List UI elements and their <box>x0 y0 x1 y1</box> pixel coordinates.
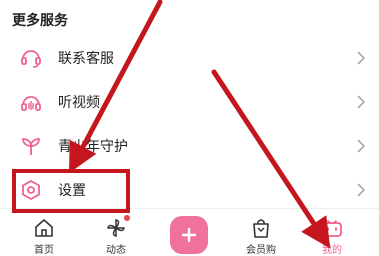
home-icon <box>33 217 55 239</box>
chevron-right-icon <box>357 183 366 197</box>
menu-item-label: 联系客服 <box>58 51 114 67</box>
chevron-right-icon <box>357 139 366 153</box>
tab-label: 我的 <box>322 245 342 256</box>
create-button[interactable] <box>170 216 208 254</box>
menu-item-customer-service[interactable]: 联系客服 <box>0 36 379 80</box>
menu-item-youth-protection[interactable]: 青少年守护 <box>0 124 379 168</box>
tv-mascot-icon <box>321 217 343 239</box>
tab-vip-shop[interactable]: 会员购 <box>231 209 291 256</box>
pinwheel-icon <box>105 215 130 239</box>
annotation-highlight-box <box>12 169 130 213</box>
sprout-icon <box>18 133 44 159</box>
menu-item-listen-video[interactable]: 听视频 <box>0 80 379 124</box>
tab-dynamics[interactable]: 动态 <box>86 209 146 256</box>
shopping-bag-icon <box>250 217 272 239</box>
plus-icon <box>181 227 197 243</box>
tab-home[interactable]: 首页 <box>14 209 74 256</box>
menu-item-label: 听视频 <box>58 95 100 111</box>
tab-label: 首页 <box>34 245 54 256</box>
notification-dot <box>124 215 130 221</box>
tab-label: 会员购 <box>246 245 276 256</box>
chevron-right-icon <box>357 95 366 109</box>
chevron-right-icon <box>357 51 366 65</box>
menu-item-label: 青少年守护 <box>58 139 128 155</box>
headset-icon <box>18 45 44 71</box>
tab-label: 动态 <box>106 245 126 256</box>
headphones-icon <box>18 89 44 115</box>
tab-mine[interactable]: 我的 <box>302 209 362 256</box>
section-title: 更多服务 <box>12 13 68 29</box>
